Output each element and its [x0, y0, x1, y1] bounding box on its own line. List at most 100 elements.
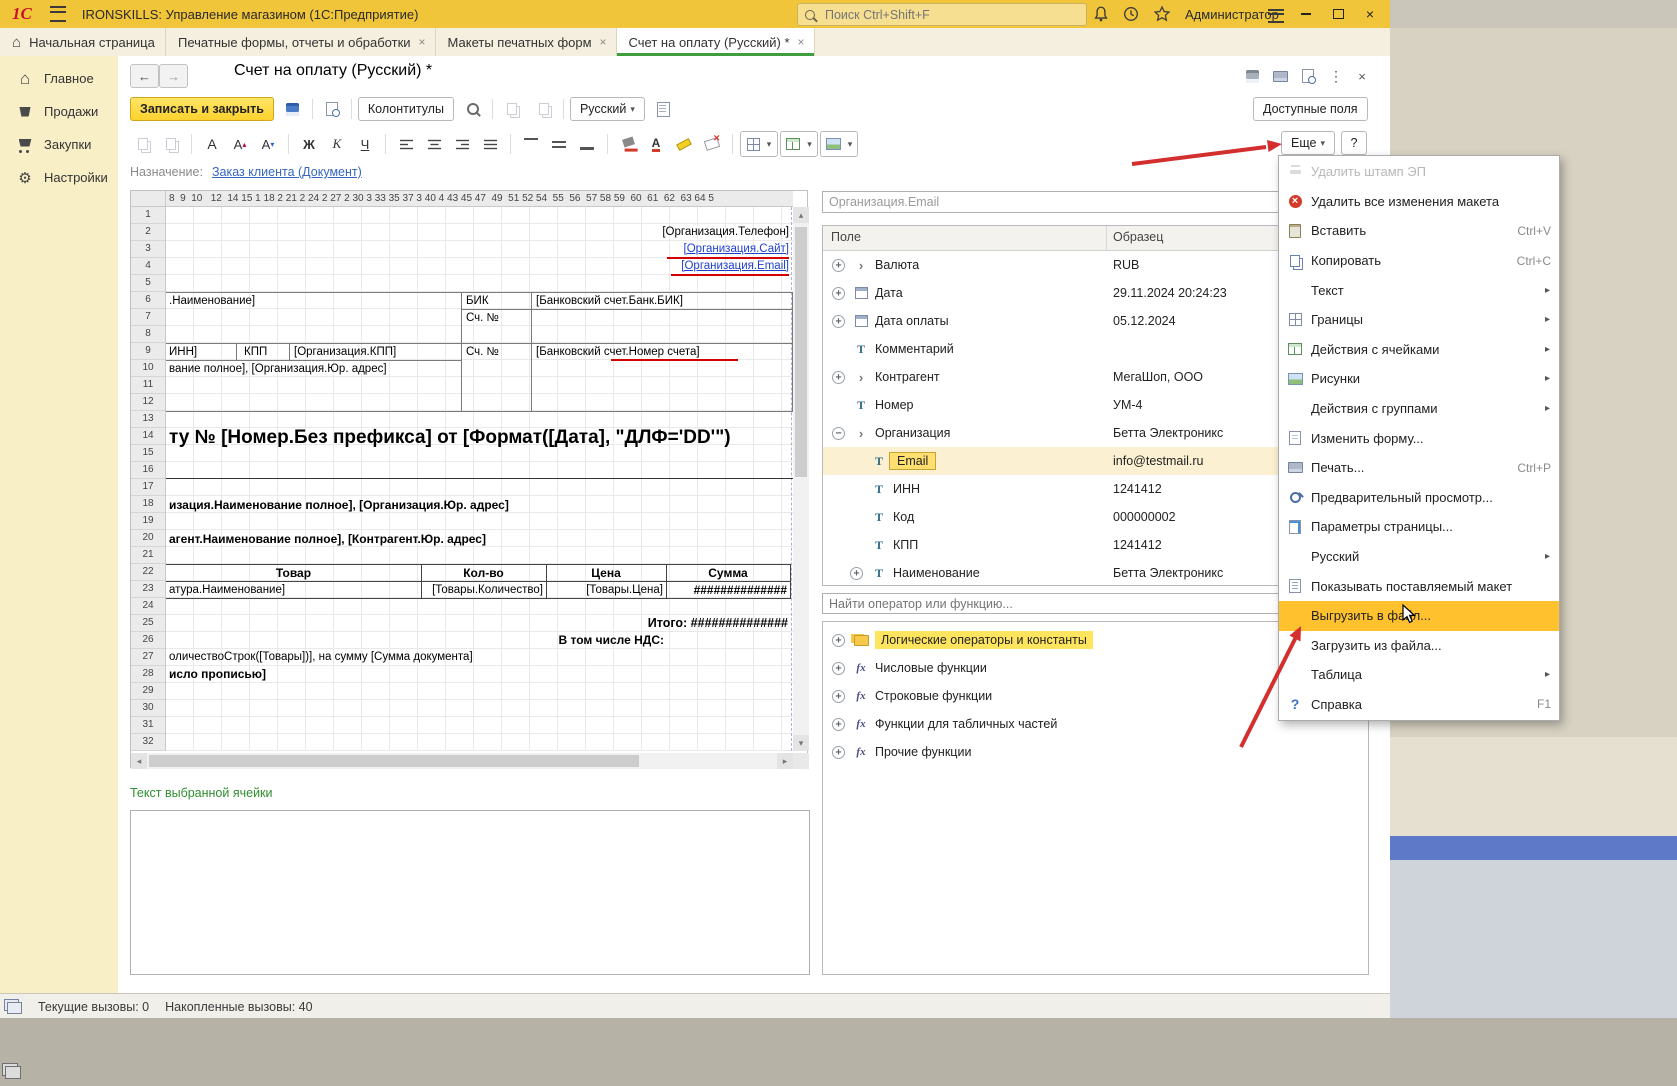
paste-format-button[interactable]: [158, 132, 184, 156]
tab[interactable]: Печатные формы, отчеты и обработки ×: [166, 28, 436, 56]
align-left-button[interactable]: [393, 132, 419, 156]
expand-icon[interactable]: [850, 511, 863, 524]
row-header[interactable]: 23: [131, 581, 165, 598]
row-header[interactable]: 1: [131, 207, 165, 224]
maximize-button[interactable]: [1324, 0, 1352, 27]
menu-item[interactable]: Параметры страницы... ▸: [1279, 512, 1559, 542]
row-header[interactable]: 9: [131, 343, 165, 360]
sheet-cells[interactable]: [Организация.Телефон] [Организация.Сайт]…: [166, 207, 793, 751]
cell-th-price[interactable]: Цена: [546, 565, 666, 581]
tab[interactable]: Макеты печатных форм ×: [436, 28, 617, 56]
service-menu-icon[interactable]: [1268, 9, 1284, 23]
expand-icon[interactable]: [850, 483, 863, 496]
vertical-scroll-thumb[interactable]: [795, 227, 807, 477]
save-button[interactable]: [280, 97, 306, 121]
horizontal-scroll-thumb[interactable]: [149, 755, 639, 767]
favorites-star-icon[interactable]: [1153, 5, 1171, 23]
clear-format-button[interactable]: [699, 132, 725, 156]
home-tab[interactable]: ⌂ Начальная страница: [0, 28, 166, 56]
cell-th-goods[interactable]: Товар: [166, 565, 421, 581]
sidebar-item[interactable]: Настройки: [0, 161, 118, 194]
row-header[interactable]: 4: [131, 258, 165, 275]
expand-icon[interactable]: [832, 634, 845, 647]
current-user[interactable]: Администратор: [1185, 7, 1279, 22]
expand-icon[interactable]: [832, 259, 845, 272]
border-bottom-button[interactable]: [574, 132, 600, 156]
row-header[interactable]: 24: [131, 598, 165, 615]
row-header[interactable]: 32: [131, 734, 165, 751]
cell-org-email[interactable]: [Организация.Email]: [681, 258, 789, 274]
sheet-row-headers[interactable]: 1234567891011121314151617181920212223242…: [131, 207, 166, 751]
font-button[interactable]: А: [199, 132, 225, 156]
sidebar-item[interactable]: Главное: [0, 62, 118, 95]
copy-button[interactable]: [499, 97, 525, 121]
menu-item[interactable]: Действия с ячейками ▸: [1279, 335, 1559, 365]
cell-vat[interactable]: В том числе НДС:: [546, 632, 664, 648]
row-header[interactable]: 26: [131, 632, 165, 649]
row-header[interactable]: 17: [131, 479, 165, 496]
expand-icon[interactable]: [832, 718, 845, 731]
scroll-left-icon[interactable]: ◂: [131, 753, 147, 769]
global-search[interactable]: [797, 3, 1087, 26]
cell-org-site[interactable]: [Организация.Сайт]: [684, 241, 789, 257]
expand-icon[interactable]: [832, 315, 845, 328]
row-header[interactable]: 8: [131, 326, 165, 343]
notifications-bell-icon[interactable]: [1092, 5, 1110, 23]
align-right-button[interactable]: [449, 132, 475, 156]
row-header[interactable]: 12: [131, 394, 165, 411]
cell-customer[interactable]: агент.Наименование полное], [Контрагент.…: [169, 531, 486, 547]
expand-icon[interactable]: [832, 662, 845, 675]
scroll-up-icon[interactable]: ▴: [793, 207, 809, 223]
cell-inn[interactable]: ИНН]: [169, 344, 197, 360]
cell-bik-label[interactable]: БИК: [466, 293, 489, 309]
save-icon[interactable]: [1240, 66, 1264, 86]
row-header[interactable]: 29: [131, 683, 165, 700]
font-size-down-button[interactable]: А▾: [255, 132, 281, 156]
print-icon[interactable]: [1268, 66, 1292, 86]
row-header[interactable]: 15: [131, 445, 165, 462]
row-header[interactable]: 22: [131, 564, 165, 581]
align-center-button[interactable]: [421, 132, 447, 156]
expand-icon[interactable]: [832, 427, 845, 440]
help-button[interactable]: ?: [1341, 131, 1367, 155]
menu-item[interactable]: Предварительный просмотр... ▸: [1279, 483, 1559, 513]
tab[interactable]: Счет на оплату (Русский) * ×: [617, 28, 815, 56]
menu-item[interactable]: Удалить все изменения макета ▸: [1279, 187, 1559, 217]
cell-row-price[interactable]: [Товары.Цена]: [546, 582, 663, 598]
row-header[interactable]: 25: [131, 615, 165, 632]
cell-kpp-value[interactable]: [Организация.КПП]: [294, 344, 396, 360]
menu-item[interactable]: Печать... Ctrl+P ▸: [1279, 453, 1559, 483]
bold-button[interactable]: Ж: [296, 132, 322, 156]
more-actions-icon[interactable]: ⋮: [1324, 66, 1348, 86]
row-header[interactable]: 20: [131, 530, 165, 547]
menu-item[interactable]: Таблица ▸: [1279, 660, 1559, 690]
italic-button[interactable]: К: [324, 132, 350, 156]
sheet-corner[interactable]: [131, 191, 166, 207]
scroll-right-icon[interactable]: ▸: [777, 753, 793, 769]
menu-item[interactable]: Границы ▸: [1279, 305, 1559, 335]
cell-words-line[interactable]: исло прописью]: [169, 666, 266, 682]
picture-dropdown[interactable]: ▾: [820, 131, 858, 157]
expand-icon[interactable]: [832, 399, 845, 412]
search-input[interactable]: [823, 7, 1067, 23]
menu-item[interactable]: Загрузить из файла... ▸: [1279, 631, 1559, 661]
cell-total[interactable]: Итого: ##############: [648, 615, 788, 631]
back-button[interactable]: ←: [130, 64, 159, 88]
language-dropdown[interactable]: Русский▾: [570, 97, 645, 121]
cell-account-label2[interactable]: Сч. №: [466, 344, 499, 360]
cell-row-goods[interactable]: атура.Наименование]: [169, 582, 285, 598]
row-header[interactable]: 11: [131, 377, 165, 394]
preview-icon[interactable]: [1296, 66, 1320, 86]
expand-icon[interactable]: [832, 690, 845, 703]
main-menu-icon[interactable]: [50, 6, 66, 22]
menu-item[interactable]: Выгрузить в файл... ▸: [1279, 601, 1559, 631]
align-justify-button[interactable]: [477, 132, 503, 156]
menu-item[interactable]: Справка F1 ▸: [1279, 690, 1559, 720]
expand-icon[interactable]: [832, 287, 845, 300]
row-header[interactable]: 6: [131, 292, 165, 309]
row-header[interactable]: 10: [131, 360, 165, 377]
cell-bank-name[interactable]: .Наименование]: [169, 293, 255, 309]
row-header[interactable]: 2: [131, 224, 165, 241]
cell-th-qty[interactable]: Кол-во: [421, 565, 546, 581]
save-and-close-button[interactable]: Записать и закрыть: [130, 97, 274, 121]
